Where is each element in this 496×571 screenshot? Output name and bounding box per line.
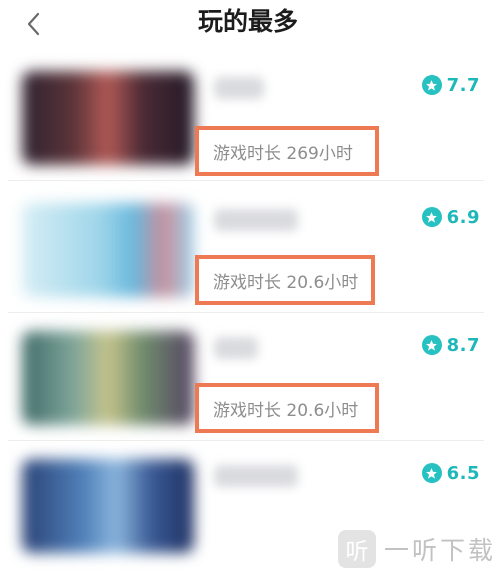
- game-name-blurred: [214, 337, 258, 359]
- game-name-blurred: [214, 465, 298, 487]
- divider: [8, 180, 484, 181]
- watermark: 听 一听下载: [338, 527, 496, 571]
- game-name-blurred: [214, 209, 298, 231]
- playtime-text: 游戏时长 20.6小时: [213, 272, 359, 293]
- playtime-text: 游戏时长 20.6小时: [213, 400, 359, 421]
- rating-value: 8.7: [446, 334, 480, 356]
- divider: [8, 440, 484, 441]
- rating: 7.7: [421, 73, 480, 97]
- divider: [8, 312, 484, 313]
- rating: 6.9: [421, 205, 480, 229]
- rating: 8.7: [421, 333, 480, 357]
- game-row[interactable]: 8.7 游戏时长 20.6小时: [0, 315, 496, 441]
- game-thumbnail: [22, 331, 194, 425]
- rating: 6.5: [421, 461, 480, 485]
- game-row[interactable]: 6.9 游戏时长 20.6小时: [0, 187, 496, 313]
- star-icon: [421, 335, 442, 355]
- rating-value: 6.5: [446, 462, 480, 484]
- playtime-text: 游戏时长 269小时: [213, 143, 353, 164]
- playtime-highlight: 游戏时长 20.6小时: [195, 383, 379, 433]
- rating-value: 6.9: [446, 206, 480, 228]
- star-icon: [421, 463, 442, 483]
- rating-value: 7.7: [446, 74, 480, 96]
- header: 玩的最多: [0, 0, 496, 52]
- game-row[interactable]: 7.7 游戏时长 269小时: [0, 55, 496, 181]
- playtime-highlight: 游戏时长 20.6小时: [195, 255, 375, 305]
- played-most-screen: 玩的最多 7.7 游戏时长 269小时 6.9 游戏时长 20.6小时 8.7 …: [0, 0, 496, 571]
- page-title: 玩的最多: [197, 7, 298, 36]
- game-thumbnail: [22, 203, 194, 297]
- game-thumbnail: [22, 71, 194, 165]
- game-name-blurred: [214, 77, 264, 99]
- star-icon: [421, 75, 442, 95]
- playtime-highlight: 游戏时长 269小时: [195, 126, 379, 176]
- watermark-text: 一听下载: [384, 536, 496, 565]
- star-icon: [421, 207, 442, 227]
- watermark-logo: 听: [338, 530, 376, 568]
- game-thumbnail: [22, 459, 194, 553]
